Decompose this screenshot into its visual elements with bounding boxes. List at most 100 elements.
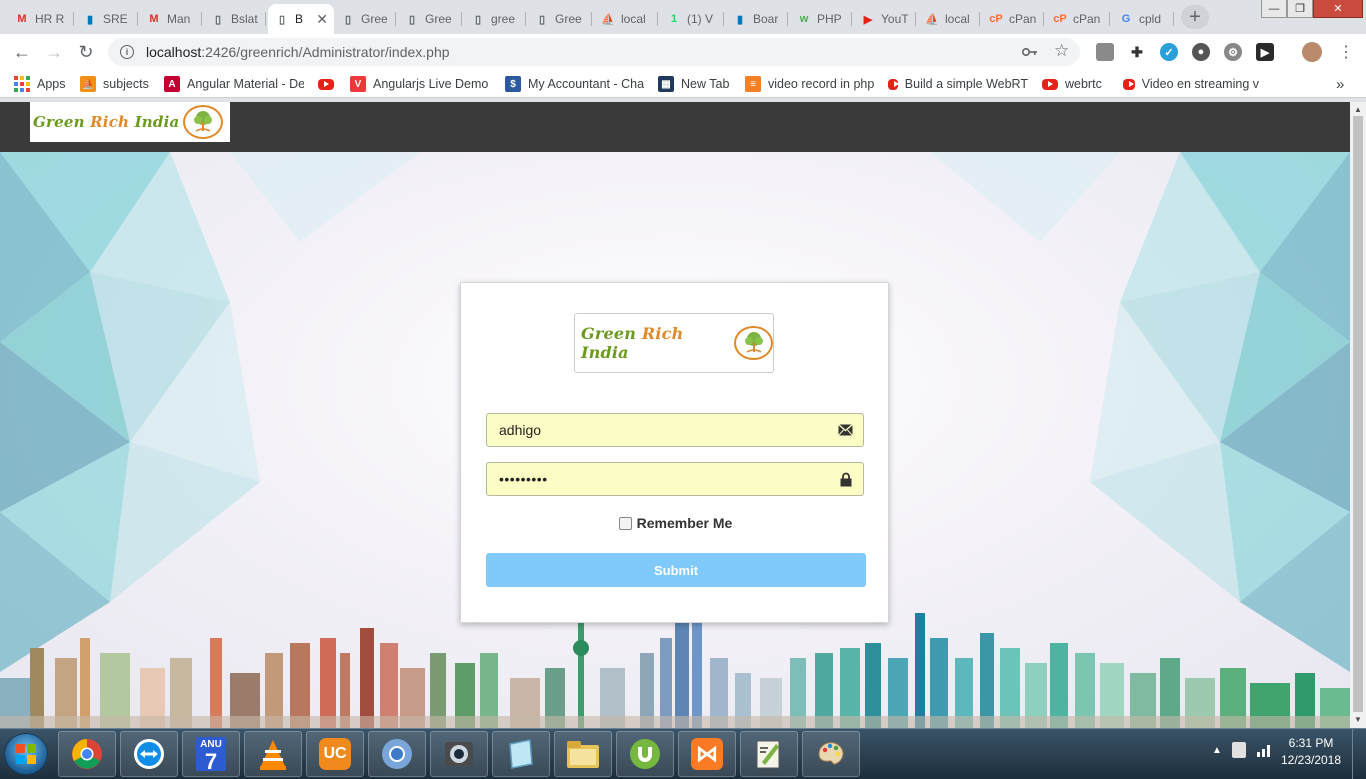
remember-me-label[interactable]: Remember Me [637,515,733,531]
bookmark-item[interactable]: ≡ video record in php [745,75,875,93]
card-logo-wordmark: Green Rich India [581,324,730,362]
shield-extension-icon[interactable]: ✓ [1160,43,1178,61]
address-bar[interactable]: i localhost:2426/greenrich/Administrator… [108,38,1080,66]
logo-wordmark: Green Rich India [33,113,179,131]
reload-icon[interactable]: ↻ [74,40,98,64]
back-icon[interactable]: ← [10,40,34,64]
browser-tab[interactable]: ⛵ local [594,4,658,34]
browser-tab[interactable]: ▯ Gree [334,4,396,34]
maximize-button[interactable]: ❐ [1287,0,1313,18]
browser-tab[interactable]: ▯ Gree [398,4,462,34]
site-header: Green Rich India [0,102,1350,152]
bookmark-label: Build a simple WebRT [904,77,1028,91]
anu7-taskbar-button[interactable]: ANU 7 [182,731,240,777]
paint-icon [815,738,847,770]
browser-tab-label: Gree [425,12,452,26]
browser-tab[interactable]: ▮ SRE [76,4,138,34]
browser-tab[interactable]: ▯ Gree [528,4,592,34]
chrome-taskbar-button[interactable] [58,731,116,777]
network-icon[interactable] [1256,743,1272,757]
close-tab-icon[interactable]: ✕ [316,11,328,28]
bookmarks-overflow-button[interactable]: » [1336,75,1350,93]
bookmark-star-icon[interactable]: ☆ [1054,41,1069,61]
key-icon[interactable] [1021,44,1038,60]
notepadpp-icon [754,738,784,770]
bookmark-item[interactable]: A Angular Material - De [164,75,304,93]
forward-icon[interactable]: → [42,40,66,64]
minimize-button[interactable]: — [1261,0,1287,18]
browser-tab[interactable]: cP cPan [982,4,1044,34]
new-tab-button[interactable]: + [1181,5,1209,29]
bookmark-item[interactable]: V Angularjs Live Demo [350,75,490,93]
remember-me-row: Remember Me [461,515,890,531]
uc-browser-taskbar-button[interactable]: UC [306,731,364,777]
browser-tab[interactable]: ▯ gree [464,4,526,34]
scroll-up-arrow-icon[interactable]: ▲ [1354,105,1362,114]
bookmark-item[interactable]: ▦ New Tab [658,75,730,93]
username-input[interactable] [487,415,827,445]
file-explorer-taskbar-button[interactable] [554,731,612,777]
w3schools-icon: w [799,13,809,25]
bookmark-item[interactable]: Apps [14,75,74,93]
chrome-alt-taskbar-button[interactable] [368,731,426,777]
settings-extension-icon[interactable]: ⚙ [1224,43,1242,61]
browser-tab[interactable]: ⛵ local [918,4,980,34]
page-scrollbar[interactable]: ▲ ▼ [1350,102,1366,728]
browser-tab-label: B [295,12,304,26]
action-center-icon[interactable] [1232,742,1246,758]
scrollbar-thumb[interactable] [1353,116,1363,712]
profile-avatar[interactable] [1302,42,1322,62]
teamviewer-taskbar-button[interactable] [120,731,178,777]
browser-tab[interactable]: cP cPan [1046,4,1110,34]
start-button[interactable] [4,733,48,775]
notepadpp-taskbar-button[interactable] [740,731,798,777]
close-window-button[interactable]: ✕ [1313,0,1363,18]
browser-tab[interactable]: 1 (1) V [660,4,724,34]
youtube-icon: ▶ [863,13,873,26]
browser-tab[interactable]: ▯ Bslat [204,4,266,34]
browser-tab[interactable]: ▮ Boar [726,4,788,34]
show-desktop-button[interactable] [1352,729,1366,779]
browser-tab[interactable]: M Man [140,4,202,34]
webcam-taskbar-button[interactable] [430,731,488,777]
menu-kebab-icon[interactable]: ⋮ [1334,40,1358,64]
globe-extension-icon[interactable]: ● [1192,43,1210,61]
vlc-icon [258,738,288,770]
xampp-taskbar-button[interactable]: ⋈ [678,731,736,777]
password-input[interactable] [487,464,827,494]
browser-tab[interactable]: M HR R [8,4,74,34]
browser-tab[interactable]: w PHP [790,4,852,34]
browser-tab[interactable]: ▯ B ✕ [268,4,334,34]
paint-taskbar-button[interactable] [802,731,860,777]
site-info-icon[interactable]: i [120,45,134,59]
bookmark-label: My Accountant - Cha [528,77,645,91]
scroll-down-arrow-icon[interactable]: ▼ [1354,715,1362,724]
password-field[interactable] [486,462,864,496]
browser-tab[interactable]: ▶ YouT [854,4,916,34]
remember-me-checkbox[interactable] [618,516,632,530]
submit-button[interactable]: Submit [486,553,866,587]
cast-extension-icon[interactable] [1096,43,1114,61]
bookmark-item[interactable]: ⛵ subjects [80,75,156,93]
system-clock[interactable]: 6:31 PM 12/23/2018 [1276,735,1346,769]
bookmark-item[interactable]: webrtc [1042,75,1108,93]
url-text[interactable]: localhost:2426/greenrich/Administrator/i… [146,44,450,60]
browser-tab-label: HR R [35,12,65,26]
notepad-taskbar-button[interactable] [492,731,550,777]
bookmark-item[interactable] [318,75,338,93]
bookmark-item[interactable]: Video en streaming v [1123,75,1259,93]
browser-tab[interactable]: Gcpld [1112,4,1174,34]
bookmark-item[interactable]: Build a simple WebRT [888,75,1028,93]
vlc-taskbar-button[interactable] [244,731,302,777]
username-field[interactable] [486,413,864,447]
screen-recorder-extension-icon[interactable]: ▶ [1256,43,1274,61]
header-logo[interactable]: Green Rich India [30,102,230,142]
show-hidden-icons-icon[interactable]: ▲ [1212,745,1222,756]
phpmyadmin-icon: ⛵ [80,76,96,92]
bookmark-item[interactable]: $ My Accountant - Cha [505,75,645,93]
phpmyadmin-icon: ⛵ [925,13,939,26]
lock-icon [840,472,852,487]
crosshair-extension-icon[interactable]: ✚ [1128,43,1146,61]
bookmark-label: Video en streaming v [1141,77,1259,91]
utorrent-taskbar-button[interactable] [616,731,674,777]
